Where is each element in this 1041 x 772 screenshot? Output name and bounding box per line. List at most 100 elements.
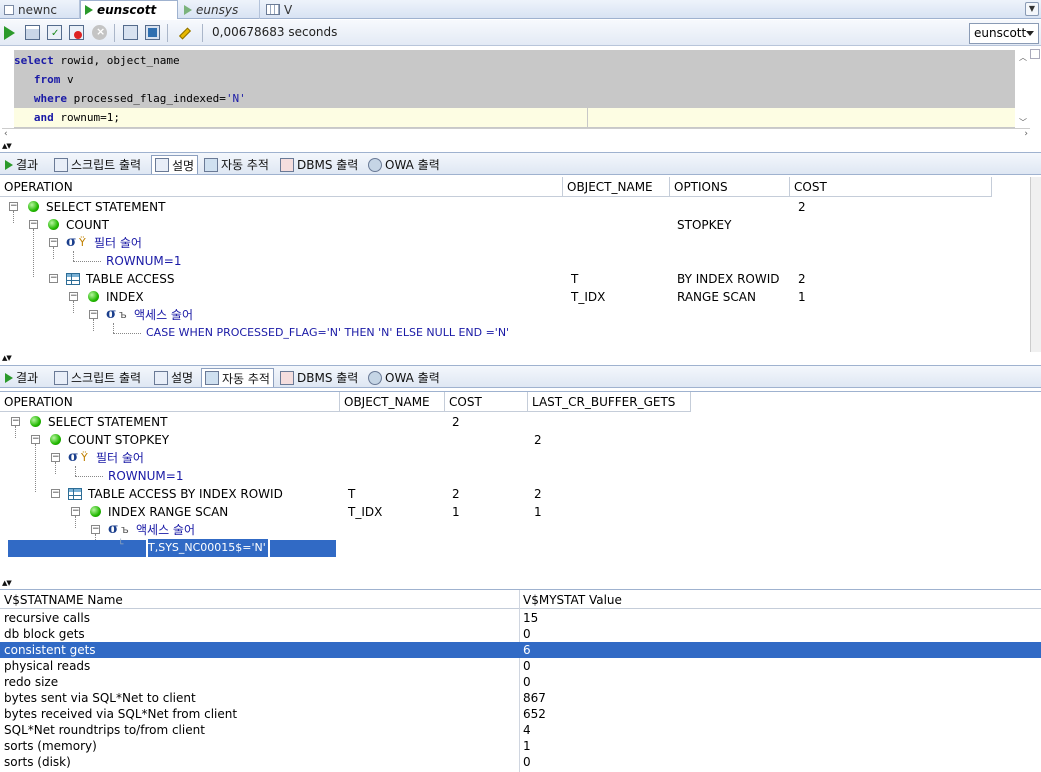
column-header-cost[interactable]: COST	[445, 392, 528, 412]
cost-cell: 2	[798, 272, 806, 286]
sql-editor[interactable]: select rowid, object_name from v where p…	[2, 50, 1030, 130]
plan-row-access-predicate[interactable]: − σ ъ 액세스 술어	[0, 306, 560, 324]
cost-cell: 2	[798, 200, 806, 214]
grid-header: OPERATION OBJECT_NAME OPTIONS COST	[0, 177, 992, 197]
collapse-icon[interactable]: −	[51, 453, 60, 462]
editor-text-area[interactable]: select rowid, object_name from v where p…	[14, 50, 1015, 128]
tab-dbms-output[interactable]: DBMS 출력	[277, 368, 361, 387]
tab-script-output[interactable]: 스크립트 출력	[51, 155, 144, 174]
commit-icon[interactable]: ✓	[47, 25, 62, 40]
splitter-handle[interactable]: ▲▼	[2, 143, 32, 150]
grid-header: V$STATNAME Name V$MYSTAT Value	[0, 591, 1041, 609]
tab-autotrace[interactable]: 자동 추적	[201, 155, 272, 174]
table-row-selected[interactable]: consistent gets 6	[0, 642, 1041, 658]
chevron-down-icon[interactable]: ﹀	[1019, 117, 1027, 128]
table-row[interactable]: SQL*Net roundtrips to/from client 4	[0, 722, 1041, 738]
tab-eunscott[interactable]: eunscott	[80, 0, 178, 19]
column-header-operation[interactable]: OPERATION	[0, 392, 340, 412]
table-row[interactable]: redo size 0	[0, 674, 1041, 690]
collapse-icon[interactable]: −	[31, 435, 40, 444]
cancel-icon[interactable]: ×	[92, 25, 107, 40]
column-header-statname[interactable]: V$STATNAME Name	[4, 591, 123, 609]
table-row[interactable]: physical reads 0	[0, 658, 1041, 674]
chevron-up-icon[interactable]: ︿	[1019, 52, 1027, 63]
column-header-object-name[interactable]: OBJECT_NAME	[563, 177, 670, 197]
trace-row-filter-predicate[interactable]: − σ Ÿ 필터 술어	[0, 449, 340, 467]
trace-row-index-range-scan[interactable]: − INDEX RANGE SCAN	[0, 503, 340, 521]
cost-cell: 2	[452, 415, 460, 429]
plan-row-access-text[interactable]: CASE WHEN PROCESSED_FLAG='N' THEN 'N' EL…	[0, 324, 560, 342]
tab-owa-output[interactable]: OWA 출력	[365, 368, 443, 387]
trace-row-table-access[interactable]: − TABLE ACCESS BY INDEX ROWID	[0, 485, 340, 503]
tab-v[interactable]: V	[262, 0, 322, 19]
plan-row-index[interactable]: − INDEX	[0, 288, 560, 306]
explain-plan-icon[interactable]	[123, 25, 138, 40]
tab-results[interactable]: 결과	[2, 368, 41, 387]
selection-highlight	[8, 540, 146, 557]
plan-vertical-scrollbar[interactable]	[1030, 177, 1041, 352]
editor-line-1: select rowid, object_name	[14, 54, 180, 67]
options-cell: BY INDEX ROWID	[677, 272, 780, 286]
chevron-right-icon[interactable]: ›	[1024, 129, 1028, 139]
column-header-operation[interactable]: OPERATION	[0, 177, 563, 197]
plan-row-table-access[interactable]: − TABLE ACCESS	[0, 270, 560, 288]
collapse-icon[interactable]: −	[11, 417, 20, 426]
tab-results[interactable]: 결과	[2, 155, 41, 174]
plan-row-select-statement[interactable]: − SELECT STATEMENT	[0, 198, 560, 216]
collapse-icon[interactable]: −	[29, 220, 38, 229]
clear-eraser-icon[interactable]	[177, 25, 192, 40]
table-row[interactable]: recursive calls 15	[0, 610, 1041, 626]
table-row[interactable]: bytes received via SQL*Net from client 65…	[0, 706, 1041, 722]
collapse-icon[interactable]: −	[89, 310, 98, 319]
trace-row-access-predicate[interactable]: − σ ъ 액세스 술어	[0, 521, 340, 539]
table-row[interactable]: bytes sent via SQL*Net to client 867	[0, 690, 1041, 706]
plan-row-filter-predicate[interactable]: − σ Ÿ 필터 술어	[0, 234, 560, 252]
trace-row-filter-text[interactable]: ROWNUM=1	[0, 467, 340, 485]
chevron-left-icon[interactable]: ‹	[4, 129, 8, 139]
column-header-object-name[interactable]: OBJECT_NAME	[340, 392, 445, 412]
connection-select[interactable]: eunscott	[969, 23, 1039, 44]
collapse-icon[interactable]: −	[71, 507, 80, 516]
table-row[interactable]: db block gets 0	[0, 626, 1041, 642]
trace-row-select-statement[interactable]: − SELECT STATEMENT	[0, 413, 340, 431]
run-statement-icon[interactable]	[4, 25, 19, 40]
column-header-mystat-value[interactable]: V$MYSTAT Value	[523, 591, 622, 609]
table-row[interactable]: sorts (disk) 0	[0, 754, 1041, 770]
column-header-last-cr-buffer-gets[interactable]: LAST_CR_BUFFER_GETS	[528, 392, 691, 412]
tab-explain[interactable]: 설명	[151, 155, 199, 174]
editor-vertical-scrollbar[interactable]: ︿ ﹀	[1016, 50, 1030, 128]
trace-row-count-stopkey[interactable]: − COUNT STOPKEY	[0, 431, 340, 449]
explain-plan-grid: OPERATION OBJECT_NAME OPTIONS COST − SEL…	[0, 177, 1030, 352]
tab-dbms-output[interactable]: DBMS 출력	[277, 155, 361, 174]
execution-time-label: 0,00678683 seconds	[212, 25, 338, 39]
collapse-icon[interactable]: −	[69, 292, 78, 301]
splitter-handle[interactable]: ▲▼	[2, 355, 32, 362]
tab-autotrace[interactable]: 자동 추적	[201, 368, 274, 387]
collapse-icon[interactable]: −	[49, 274, 58, 283]
tab-newnc[interactable]: newnc	[0, 0, 80, 19]
tab-owa-output[interactable]: OWA 출력	[365, 155, 443, 174]
table-icon	[68, 488, 82, 500]
rollback-icon[interactable]	[69, 25, 84, 40]
tab-list-dropdown-button[interactable]: ▼	[1025, 2, 1039, 16]
column-header-cost[interactable]: COST	[790, 177, 992, 197]
editor-line-2: from v	[14, 73, 74, 86]
collapse-icon[interactable]: −	[91, 525, 100, 534]
autotrace-icon[interactable]	[145, 25, 160, 40]
editor-corner-button[interactable]	[1030, 49, 1040, 59]
cost-cell: 2	[452, 487, 460, 501]
trace-row-access-text[interactable]: └ T,SYS_NC00015$='N'	[0, 539, 340, 557]
tab-script-output[interactable]: 스크립트 출력	[51, 368, 144, 387]
plan-row-count[interactable]: − COUNT	[0, 216, 560, 234]
collapse-icon[interactable]: −	[49, 238, 58, 247]
collapse-icon[interactable]: −	[9, 202, 18, 211]
collapse-icon[interactable]: −	[51, 489, 60, 498]
column-header-options[interactable]: OPTIONS	[670, 177, 790, 197]
plan-row-filter-text[interactable]: ROWNUM=1	[0, 252, 560, 270]
table-row[interactable]: sorts (memory) 1	[0, 738, 1041, 754]
splitter-handle[interactable]: ▲▼	[2, 580, 32, 587]
tab-eunsys[interactable]: eunsys	[180, 0, 260, 19]
tab-explain[interactable]: 설명	[151, 368, 196, 387]
run-script-icon[interactable]	[25, 25, 40, 40]
editor-horizontal-scrollbar[interactable]: ‹ ›	[2, 128, 1030, 142]
